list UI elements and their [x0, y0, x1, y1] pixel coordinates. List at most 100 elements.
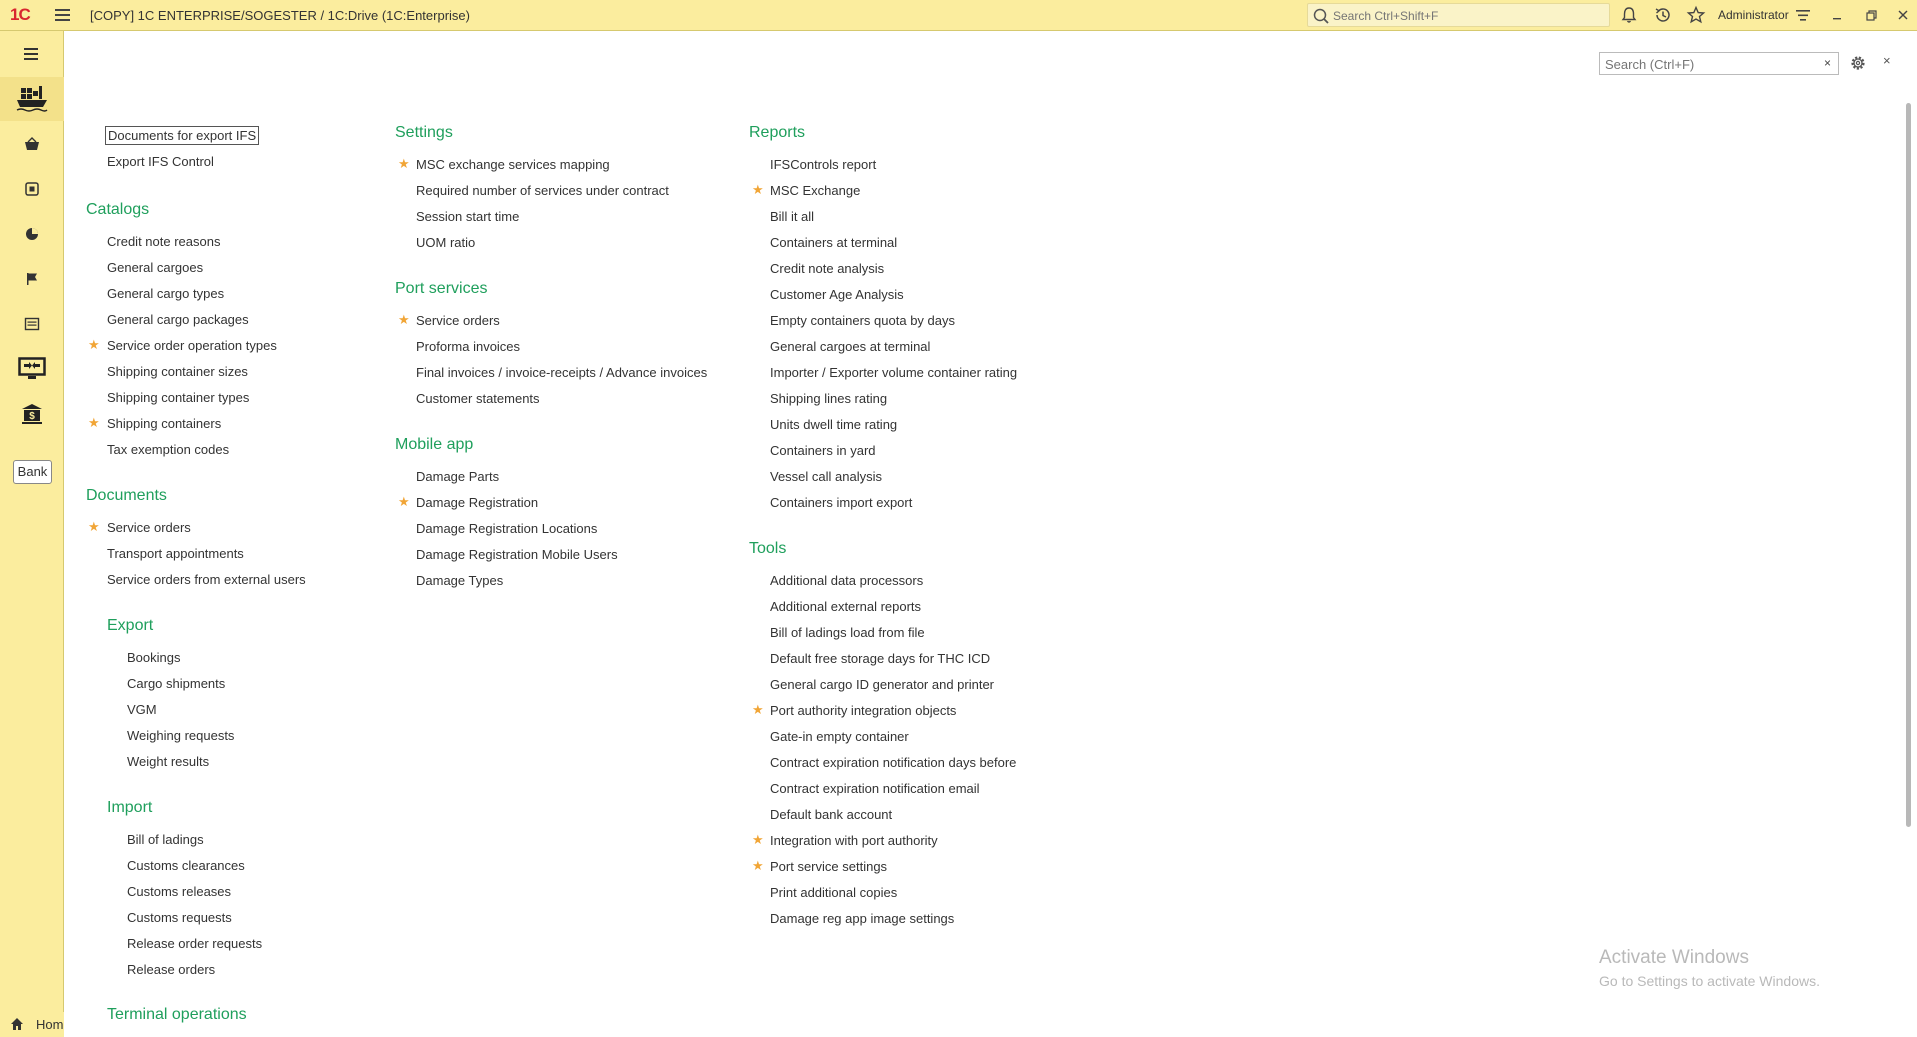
link-damage-reg-app-image-settings[interactable]: Damage reg app image settings — [770, 911, 954, 926]
link-customer-age-analysis[interactable]: Customer Age Analysis — [770, 287, 904, 302]
link-cargo-shipments[interactable]: Cargo shipments — [127, 676, 225, 691]
link-general-cargoes[interactable]: General cargoes — [107, 260, 203, 275]
link-msc-exchange-services-mapping[interactable]: MSC exchange services mapping — [416, 157, 610, 172]
link-contract-expiration-days[interactable]: Contract expiration notification days be… — [770, 755, 1016, 770]
home-tab[interactable]: Hom — [0, 1012, 64, 1037]
link-service-orders-external[interactable]: Service orders from external users — [107, 572, 306, 587]
sidebar-item-finance[interactable]: $ — [0, 392, 64, 436]
flag-icon — [27, 273, 37, 285]
link-port-service-settings[interactable]: Port service settings — [770, 859, 887, 874]
section-title-mobile-app: Mobile app — [395, 436, 474, 453]
sidebar-item-goals[interactable] — [0, 257, 64, 301]
link-damage-parts[interactable]: Damage Parts — [416, 469, 499, 484]
link-customs-releases[interactable]: Customs releases — [127, 884, 231, 899]
link-shipping-container-sizes[interactable]: Shipping container sizes — [107, 364, 248, 379]
section-title-tools: Tools — [749, 540, 787, 557]
activation-watermark-subtitle: Go to Settings to activate Windows. — [1599, 973, 1820, 989]
link-credit-note-analysis[interactable]: Credit note analysis — [770, 261, 884, 276]
sidebar-item-sales[interactable] — [0, 122, 64, 166]
link-bill-it-all[interactable]: Bill it all — [770, 209, 814, 224]
link-damage-registration-mobile-users[interactable]: Damage Registration Mobile Users — [416, 547, 618, 562]
link-export-ifs-control[interactable]: Export IFS Control — [107, 154, 214, 169]
global-search-box[interactable] — [1307, 3, 1610, 27]
link-release-order-requests[interactable]: Release order requests — [127, 936, 262, 951]
minimize-icon[interactable] — [1827, 5, 1847, 25]
history-icon[interactable] — [1653, 5, 1673, 25]
link-documents-for-export-ifs[interactable]: Documents for export IFS — [105, 126, 260, 145]
link-additional-data-processors[interactable]: Additional data processors — [770, 573, 923, 588]
link-session-start-time[interactable]: Session start time — [416, 209, 519, 224]
link-transport-appointments[interactable]: Transport appointments — [107, 546, 244, 561]
link-bookings[interactable]: Bookings — [127, 650, 180, 665]
link-release-orders[interactable]: Release orders — [127, 962, 215, 977]
link-gate-in-empty-container[interactable]: Gate-in empty container — [770, 729, 909, 744]
link-service-order-operation-types[interactable]: Service order operation types — [107, 338, 277, 353]
link-print-additional-copies[interactable]: Print additional copies — [770, 885, 897, 900]
settings-menu-icon[interactable] — [1793, 5, 1813, 25]
link-containers-in-yard[interactable]: Containers in yard — [770, 443, 876, 458]
link-integration-with-port-authority[interactable]: Integration with port authority — [770, 833, 938, 848]
link-shipping-containers[interactable]: Shipping containers — [107, 416, 221, 431]
link-vgm[interactable]: VGM — [127, 702, 157, 717]
link-customer-statements[interactable]: Customer statements — [416, 391, 540, 406]
sidebar-item-port[interactable] — [0, 77, 64, 121]
link-general-cargoes-at-terminal[interactable]: General cargoes at terminal — [770, 339, 930, 354]
link-general-cargo-id-generator[interactable]: General cargo ID generator and printer — [770, 677, 994, 692]
link-default-free-storage-days[interactable]: Default free storage days for THC ICD — [770, 651, 990, 666]
link-port-service-orders[interactable]: Service orders — [416, 313, 500, 328]
sidebar-item-integration[interactable] — [0, 347, 64, 391]
link-additional-external-reports[interactable]: Additional external reports — [770, 599, 921, 614]
link-bill-of-ladings-load[interactable]: Bill of ladings load from file — [770, 625, 925, 640]
main-menu-button[interactable] — [53, 6, 73, 24]
link-weight-results[interactable]: Weight results — [127, 754, 209, 769]
link-tax-exemption-codes[interactable]: Tax exemption codes — [107, 442, 229, 457]
link-customs-requests[interactable]: Customs requests — [127, 910, 232, 925]
favorites-star-icon[interactable] — [1686, 5, 1706, 25]
close-window-icon[interactable] — [1893, 5, 1913, 25]
link-damage-types[interactable]: Damage Types — [416, 573, 503, 588]
bank-button[interactable]: Bank — [13, 460, 52, 484]
link-default-bank-account[interactable]: Default bank account — [770, 807, 892, 822]
user-name[interactable]: Administrator — [1718, 8, 1789, 22]
search-icon — [1313, 8, 1329, 24]
link-service-orders[interactable]: Service orders — [107, 520, 191, 535]
search-clear-button[interactable]: × — [1817, 52, 1839, 75]
link-proforma-invoices[interactable]: Proforma invoices — [416, 339, 520, 354]
link-uom-ratio[interactable]: UOM ratio — [416, 235, 475, 250]
link-msc-exchange[interactable]: MSC Exchange — [770, 183, 860, 198]
link-weighing-requests[interactable]: Weighing requests — [127, 728, 234, 743]
sidebar-item-analytics[interactable] — [0, 212, 64, 256]
restore-icon[interactable] — [1861, 5, 1881, 25]
link-shipping-lines-rating[interactable]: Shipping lines rating — [770, 391, 887, 406]
link-vessel-call-analysis[interactable]: Vessel call analysis — [770, 469, 882, 484]
link-credit-note-reasons[interactable]: Credit note reasons — [107, 234, 220, 249]
link-damage-registration[interactable]: Damage Registration — [416, 495, 538, 510]
sidebar-item-purchases[interactable] — [0, 167, 64, 211]
bell-icon[interactable] — [1619, 5, 1639, 25]
link-general-cargo-packages[interactable]: General cargo packages — [107, 312, 249, 327]
link-ifscontrols-report[interactable]: IFSControls report — [770, 157, 876, 172]
panel-search-box[interactable] — [1599, 52, 1821, 75]
gear-icon[interactable] — [1849, 54, 1867, 72]
link-final-invoices[interactable]: Final invoices / invoice-receipts / Adva… — [416, 365, 707, 380]
scrollbar-thumb[interactable] — [1906, 103, 1911, 827]
link-required-number-of-services[interactable]: Required number of services under contra… — [416, 183, 669, 198]
link-shipping-container-types[interactable]: Shipping container types — [107, 390, 249, 405]
sidebar-menu-button[interactable] — [0, 32, 64, 76]
link-general-cargo-types[interactable]: General cargo types — [107, 286, 224, 301]
global-search-input[interactable] — [1333, 7, 1603, 24]
link-port-authority-integration-objects[interactable]: Port authority integration objects — [770, 703, 956, 718]
link-customs-clearances[interactable]: Customs clearances — [127, 858, 245, 873]
link-contract-expiration-email[interactable]: Contract expiration notification email — [770, 781, 980, 796]
link-units-dwell-time-rating[interactable]: Units dwell time rating — [770, 417, 897, 432]
sidebar-item-journal[interactable] — [0, 302, 64, 346]
section-title-export: Export — [107, 617, 154, 634]
link-damage-registration-locations[interactable]: Damage Registration Locations — [416, 521, 597, 536]
link-importer-exporter-rating[interactable]: Importer / Exporter volume container rat… — [770, 365, 1017, 380]
link-containers-at-terminal[interactable]: Containers at terminal — [770, 235, 897, 250]
panel-search-input[interactable] — [1605, 56, 1795, 72]
link-bill-of-ladings[interactable]: Bill of ladings — [127, 832, 204, 847]
link-empty-containers-quota[interactable]: Empty containers quota by days — [770, 313, 955, 328]
close-panel-button[interactable]: × — [1883, 53, 1891, 68]
link-containers-import-export[interactable]: Containers import export — [770, 495, 912, 510]
